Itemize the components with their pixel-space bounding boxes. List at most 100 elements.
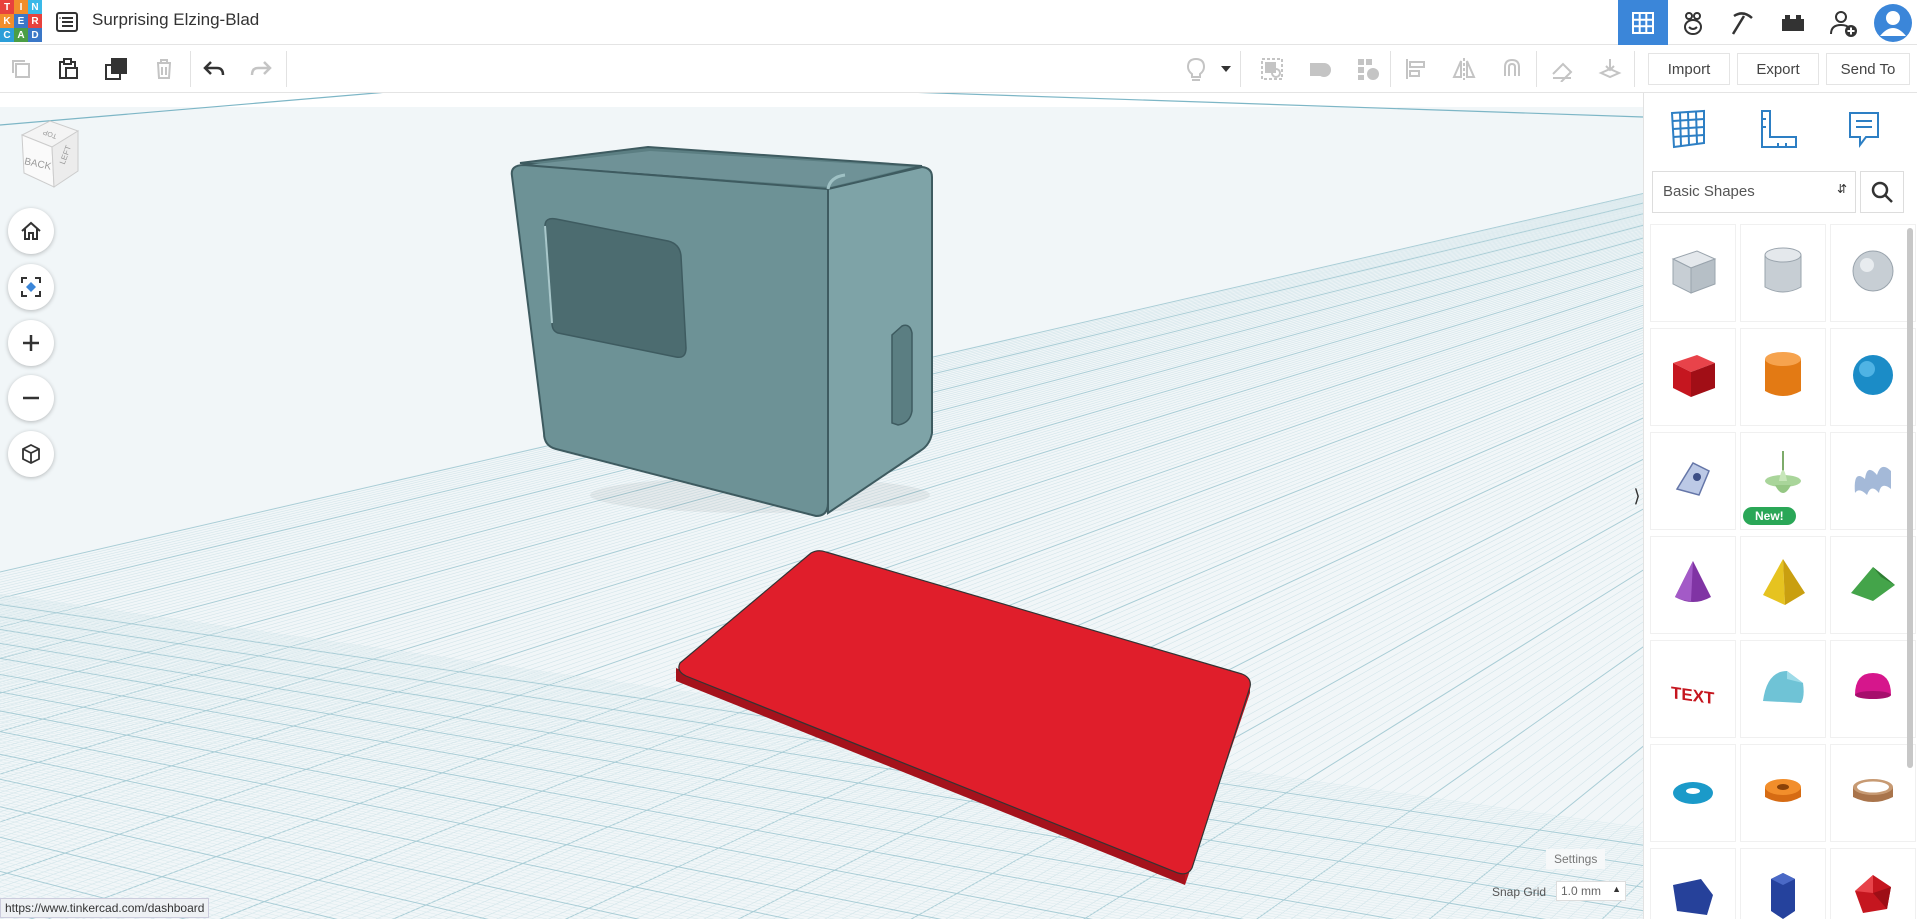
workplane-icon [1670, 109, 1705, 149]
group-button[interactable] [1256, 53, 1288, 85]
sphere-hole-icon [1843, 241, 1903, 306]
paste-icon [59, 58, 78, 79]
shape-tile-cylinder-hole[interactable] [1741, 225, 1825, 321]
align-button[interactable] [1400, 53, 1432, 85]
3d-scene[interactable] [0, 93, 1643, 919]
scribble-icon [1663, 449, 1723, 514]
zoom-out-icon [23, 396, 39, 400]
shape-tile-cylinder[interactable] [1741, 329, 1825, 425]
shape-tile-hexagonal-prism[interactable] [1741, 849, 1825, 919]
light-dropdown[interactable] [1216, 53, 1236, 85]
polygon-icon [1663, 865, 1723, 919]
cylinder-hole-icon [1753, 241, 1813, 306]
home-view-button[interactable] [8, 208, 54, 254]
notes-tab[interactable] [1834, 103, 1894, 155]
group-icon [1261, 58, 1283, 80]
perspective-icon [22, 443, 40, 465]
design-list-icon[interactable] [54, 9, 80, 35]
perspective-toggle-button[interactable] [8, 431, 54, 477]
logo-letter: R [28, 14, 42, 28]
shape-tile-sphere[interactable] [1831, 329, 1915, 425]
invite-user-button[interactable] [1818, 0, 1868, 45]
shape-tile-round-roof[interactable] [1741, 641, 1825, 737]
shape-tile-icosahedron[interactable] [1831, 849, 1915, 919]
zoom-out-button[interactable] [8, 375, 54, 421]
avatar[interactable] [1868, 0, 1917, 45]
add-user-icon [1830, 10, 1857, 37]
dropdown-icon [1221, 66, 1231, 72]
magnet-button[interactable] [1496, 53, 1528, 85]
shape-tile-text[interactable]: TEXT [1651, 641, 1735, 737]
svg-text:TEXT: TEXT [1671, 683, 1715, 708]
snap-grid-select[interactable]: 1.0 mm ▲ [1556, 881, 1626, 901]
search-button[interactable] [1860, 171, 1904, 213]
zoom-in-button[interactable] [8, 320, 54, 366]
shape-tile-torus[interactable] [1651, 745, 1735, 841]
bricks-button[interactable] [1768, 0, 1818, 45]
logo-letter: N [28, 0, 42, 14]
copy-button[interactable] [5, 53, 37, 85]
magnet-icon [1504, 58, 1520, 76]
top-bar: TINKERCAD Surprising Elzing-Blad [0, 0, 1917, 45]
shape-category-select[interactable]: Basic Shapes ⇵ [1652, 171, 1856, 213]
shape-tile-sphere-hole[interactable] [1831, 225, 1915, 321]
workplane-tab[interactable] [1658, 103, 1718, 155]
fit-view-button[interactable] [8, 264, 54, 310]
hole-button[interactable] [1352, 53, 1384, 85]
light-bulb-icon [1186, 58, 1206, 81]
minecraft-button[interactable] [1718, 0, 1768, 45]
blocks-icon [1684, 11, 1702, 35]
import-button[interactable]: Import [1648, 53, 1730, 85]
solid-icon [1310, 63, 1331, 77]
design-title[interactable]: Surprising Elzing-Blad [92, 10, 259, 30]
settings-button[interactable]: Settings [1546, 849, 1606, 869]
new-shape-icon [1753, 449, 1813, 514]
logo-letter: K [0, 14, 14, 28]
paste-button[interactable] [52, 53, 84, 85]
light-bulb-button[interactable] [1180, 53, 1212, 85]
shapes-panel: Basic Shapes ⇵ New! TEXT [1643, 93, 1917, 919]
export-button[interactable]: Export [1737, 53, 1819, 85]
redo-button[interactable] [245, 53, 277, 85]
collapse-panel-chevron-icon[interactable]: ⟩ [1630, 485, 1643, 507]
search-icon [1871, 181, 1893, 203]
tinkercad-logo[interactable]: TINKERCAD [0, 0, 42, 42]
copy-icon [12, 60, 30, 78]
grid-view-button[interactable] [1618, 0, 1668, 45]
shape-tile-box[interactable] [1651, 329, 1735, 425]
shape-tile-box-hole[interactable] [1651, 225, 1735, 321]
mirror-button[interactable] [1448, 53, 1480, 85]
send-to-button[interactable]: Send To [1826, 53, 1910, 85]
text-squiggle-icon [1843, 449, 1903, 514]
shape-tile-scribble[interactable] [1651, 433, 1735, 529]
shape-category-value: Basic Shapes [1663, 183, 1755, 200]
undo-button[interactable] [198, 53, 230, 85]
logo-letter: I [14, 0, 28, 14]
undo-icon [203, 61, 225, 76]
shape-tile-text-squiggle[interactable] [1831, 433, 1915, 529]
workplane[interactable]: TOP BACK LEFT ⟩ Settings Snap Grid 1.0 m… [0, 93, 1643, 919]
view-cube[interactable]: TOP BACK LEFT [16, 113, 96, 198]
ruler-tools-button[interactable] [1546, 53, 1578, 85]
shape-tile-half-sphere[interactable] [1831, 641, 1915, 737]
duplicate-button[interactable] [100, 53, 132, 85]
shape-tile-pyramid[interactable] [1741, 537, 1825, 633]
snap-grid-value: 1.0 mm [1561, 884, 1602, 898]
shape-tile-roof[interactable] [1831, 537, 1915, 633]
snap-grid-label: Snap Grid [1492, 885, 1547, 899]
delete-icon [157, 59, 171, 79]
blocks-button[interactable] [1668, 0, 1718, 45]
icosahedron-icon [1843, 865, 1903, 919]
delete-button[interactable] [148, 53, 180, 85]
half-sphere-icon [1843, 657, 1903, 722]
shape-tile-cone[interactable] [1651, 537, 1735, 633]
shape-tile-new-shape[interactable]: New! [1741, 433, 1825, 529]
ruler-tab[interactable] [1748, 103, 1808, 155]
shape-tile-tube[interactable] [1741, 745, 1825, 841]
panel-scrollbar[interactable] [1907, 228, 1913, 768]
solid-button[interactable] [1304, 53, 1336, 85]
box-icon [1663, 345, 1723, 410]
drop-button[interactable] [1594, 53, 1626, 85]
shape-tile-ring[interactable] [1831, 745, 1915, 841]
shape-tile-polygon[interactable] [1651, 849, 1735, 919]
